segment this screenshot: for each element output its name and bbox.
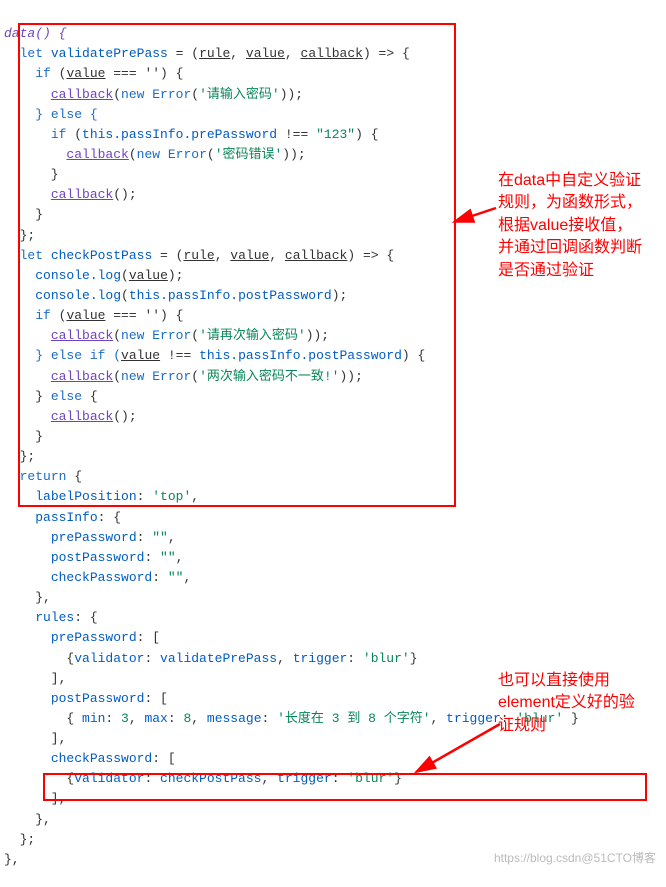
annotation-1: 在data中自定义验证规则，为函数形式，根据value接收值，并通过回调函数判断… [498, 170, 648, 282]
annotation-2: 也可以直接使用element定义好的验证规则 [498, 670, 648, 737]
watermark: https://blog.csdn@51CTO博客 [494, 849, 656, 868]
var-check-post: checkPostPass [51, 248, 152, 263]
code-block: data() { let validatePrePass = (rule, va… [4, 4, 662, 870]
fn-data: data() { [4, 26, 66, 41]
var-validate-pre: validatePrePass [51, 46, 168, 61]
